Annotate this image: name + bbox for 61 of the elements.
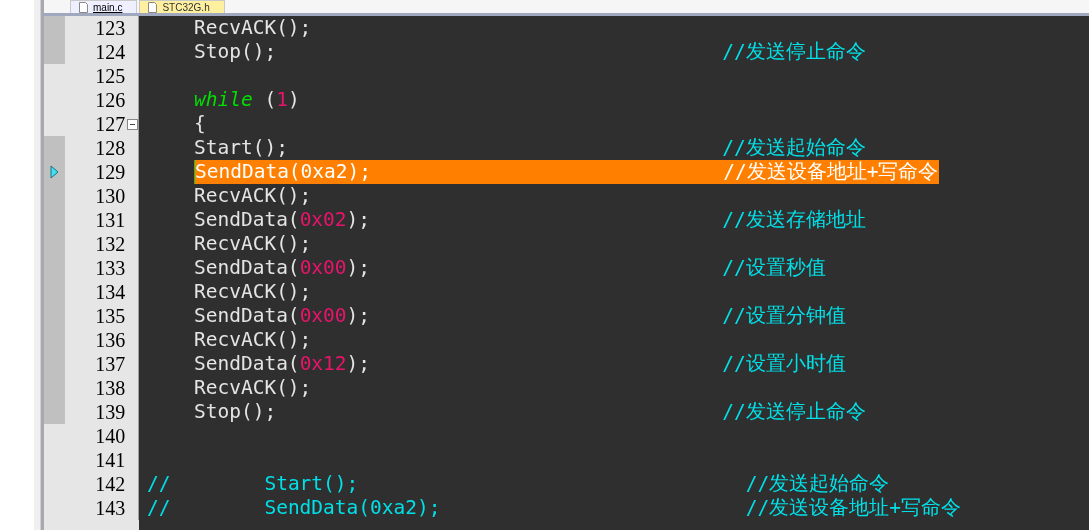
number-literal: 1 [276, 88, 288, 111]
line-number: 127 [94, 112, 126, 136]
code-text: RecvACK(); [193, 328, 312, 351]
code-comment: //设置分钟值 [722, 304, 846, 327]
line-number: 133 [94, 256, 126, 280]
line-number: 126 [94, 88, 126, 112]
code-text: RecvACK(); [193, 184, 312, 207]
code-comment: //发送设备地址+写命令 [723, 160, 939, 183]
line-number: 140 [94, 424, 126, 448]
code-text: RecvACK(); [193, 376, 312, 399]
code-comment: //设置小时值 [722, 352, 846, 375]
line-number: 130 [94, 184, 126, 208]
line-number: 137 [94, 352, 126, 376]
line-number: 124 [94, 40, 126, 64]
code-comment: //发送起始命令 [722, 136, 866, 159]
code-comment: //设置秒值 [722, 256, 826, 279]
code-comment: //发送存储地址 [722, 208, 866, 231]
code-text: SendData( [193, 208, 300, 231]
code-text: Start(); [193, 136, 289, 159]
code-text: ); [346, 208, 372, 231]
line-number: 125 [94, 64, 126, 88]
line-number: 131 [94, 208, 126, 232]
line-number: 123 [94, 16, 126, 40]
number-literal: 0x02 [299, 208, 347, 231]
code-text: RecvACK(); [193, 232, 312, 255]
code-text: ); [346, 304, 372, 327]
code-text: RecvACK(); [193, 16, 312, 39]
file-tab[interactable]: STC32G.h [139, 0, 225, 13]
line-number: 128 [94, 136, 126, 160]
line-number: 142 [94, 472, 126, 496]
code-text: { [193, 112, 206, 135]
fold-toggle-icon[interactable] [126, 118, 138, 130]
line-number: 139 [94, 400, 126, 424]
number-literal: 0x00 [299, 256, 347, 279]
code-text: SendData( [193, 256, 300, 279]
code-text: ( [263, 88, 277, 111]
code-text: Stop(); [193, 400, 278, 423]
number-literal: 0x00 [299, 304, 347, 327]
code-text: SendData( [193, 352, 300, 375]
line-number: 143 [94, 496, 126, 520]
code-text: SendData( [193, 304, 300, 327]
line-number: 134 [94, 280, 126, 304]
line-number: 136 [94, 328, 126, 352]
line-number: 135 [94, 304, 126, 328]
code-text: ); [346, 352, 372, 375]
line-number: 141 [94, 448, 126, 472]
line-number: 129 [94, 160, 126, 184]
code-text: ); [346, 256, 372, 279]
file-tab[interactable]: main.c [70, 0, 138, 13]
line-number: 132 [94, 232, 126, 256]
keyword: while [193, 88, 253, 111]
number-literal: 0x12 [299, 352, 347, 375]
code-comment: //发送停止命令 [722, 40, 866, 63]
code-text: Stop(); [193, 40, 278, 63]
line-number: 138 [94, 376, 126, 400]
code-text: RecvACK(); [193, 280, 312, 303]
code-comment: // SendData(0xa2); //发送设备地址+写命令 [147, 496, 961, 519]
code-comment: //发送停止命令 [722, 400, 866, 423]
code-text: SendData(0xa2); [194, 160, 373, 183]
code-text: ) [287, 88, 300, 111]
code-comment: // Start(); //发送起始命令 [147, 472, 890, 495]
